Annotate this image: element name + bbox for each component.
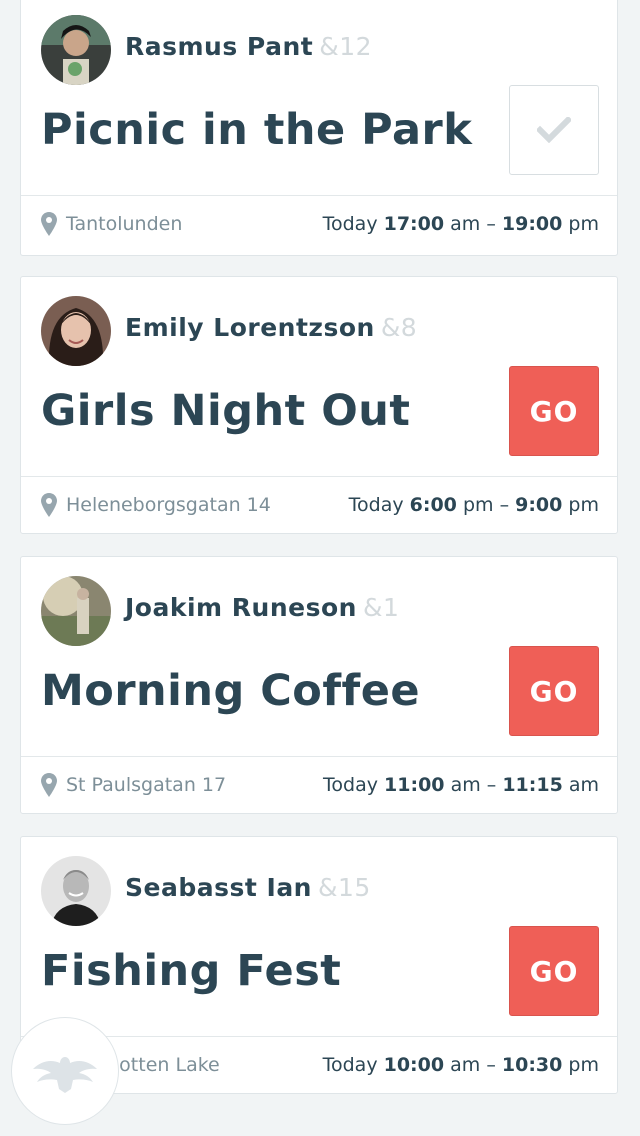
end-time: 10:30 — [501, 1054, 563, 1076]
event-title: Picnic in the Park — [41, 105, 473, 155]
joined-check-button[interactable] — [509, 85, 599, 175]
host-name-text: Seabasst Ian — [125, 873, 312, 902]
floating-action-button[interactable] — [11, 1017, 119, 1125]
start-period: am — [450, 1054, 481, 1076]
time-separator: – — [486, 1054, 496, 1076]
host-name-text: Rasmus Pant — [125, 32, 314, 61]
start-time: 17:00 — [383, 213, 445, 235]
event-time: Today 6:00 pm – 9:00 pm — [349, 493, 599, 517]
start-period: pm — [462, 494, 494, 516]
end-period: pm — [568, 213, 599, 235]
time-separator: – — [499, 494, 510, 516]
location-pin-icon — [41, 212, 57, 236]
attendee-count: &1 — [362, 593, 400, 622]
end-time: 19:00 — [501, 213, 563, 235]
event-time: Today 17:00 am – 19:00 pm — [323, 212, 599, 236]
event-day: Today — [322, 1054, 378, 1076]
event-location[interactable]: Heleneborgsgatan 14 — [66, 493, 271, 517]
event-card[interactable]: Emily Lorentzson &8 Girls Night Out GO He… — [20, 276, 618, 534]
event-footer: St Paulsgatan 17 Today 11:00 am – 11:15 … — [21, 757, 617, 814]
host-name: Seabasst Ian &15 — [125, 871, 371, 905]
host-avatar[interactable] — [41, 15, 111, 85]
go-button[interactable]: GO — [509, 926, 599, 1016]
location-pin-icon — [41, 773, 57, 797]
host-name: Joakim Runeson &1 — [125, 591, 399, 625]
end-period: am — [568, 774, 599, 796]
event-location[interactable]: Tantolunden — [66, 212, 182, 236]
event-title: Girls Night Out — [41, 386, 411, 436]
start-time: 10:00 — [383, 1054, 445, 1076]
time-separator: – — [486, 774, 497, 796]
event-title: Fishing Fest — [41, 946, 342, 996]
event-card[interactable]: Joakim Runeson &1 Morning Coffee GO St Pa… — [20, 556, 618, 814]
attendee-count: &15 — [317, 873, 371, 902]
start-period: am — [450, 213, 481, 235]
event-time: Today 10:00 am – 10:30 pm — [323, 1053, 599, 1077]
time-separator: – — [486, 213, 496, 235]
start-time: 6:00 — [409, 494, 457, 516]
attendee-count: &8 — [380, 313, 418, 342]
event-day: Today — [322, 213, 378, 235]
event-time: Today 11:00 am – 11:15 am — [323, 773, 599, 797]
location-pin-icon — [41, 493, 57, 517]
go-button[interactable]: GO — [509, 646, 599, 736]
host-name: Rasmus Pant &12 — [125, 30, 372, 64]
checkmark-icon — [537, 117, 571, 143]
start-period: am — [450, 774, 481, 796]
attendee-count: &12 — [319, 32, 373, 61]
end-time: 9:00 — [515, 494, 563, 516]
event-title: Morning Coffee — [41, 666, 421, 716]
end-time: 11:15 — [502, 774, 563, 796]
go-button[interactable]: GO — [509, 366, 599, 456]
host-avatar[interactable] — [41, 296, 111, 366]
end-period: pm — [568, 1054, 599, 1076]
event-footer: Tantolunden Today 17:00 am – 19:00 pm — [21, 196, 617, 253]
start-time: 11:00 — [384, 774, 445, 796]
event-day: Today — [323, 774, 378, 796]
host-name: Emily Lorentzson &8 — [125, 311, 417, 345]
host-avatar[interactable] — [41, 576, 111, 646]
bird-logo-icon — [33, 1057, 97, 1093]
end-period: pm — [568, 494, 599, 516]
event-footer: Heleneborgsgatan 14 Today 6:00 pm – 9:00… — [21, 477, 617, 534]
host-avatar[interactable] — [41, 856, 111, 926]
event-location[interactable]: St Paulsgatan 17 — [66, 773, 226, 797]
host-name-text: Joakim Runeson — [125, 593, 357, 622]
event-card[interactable]: Rasmus Pant &12 Picnic in the Park Tantol… — [20, 0, 618, 256]
event-day: Today — [348, 494, 404, 516]
host-name-text: Emily Lorentzson — [125, 313, 375, 342]
